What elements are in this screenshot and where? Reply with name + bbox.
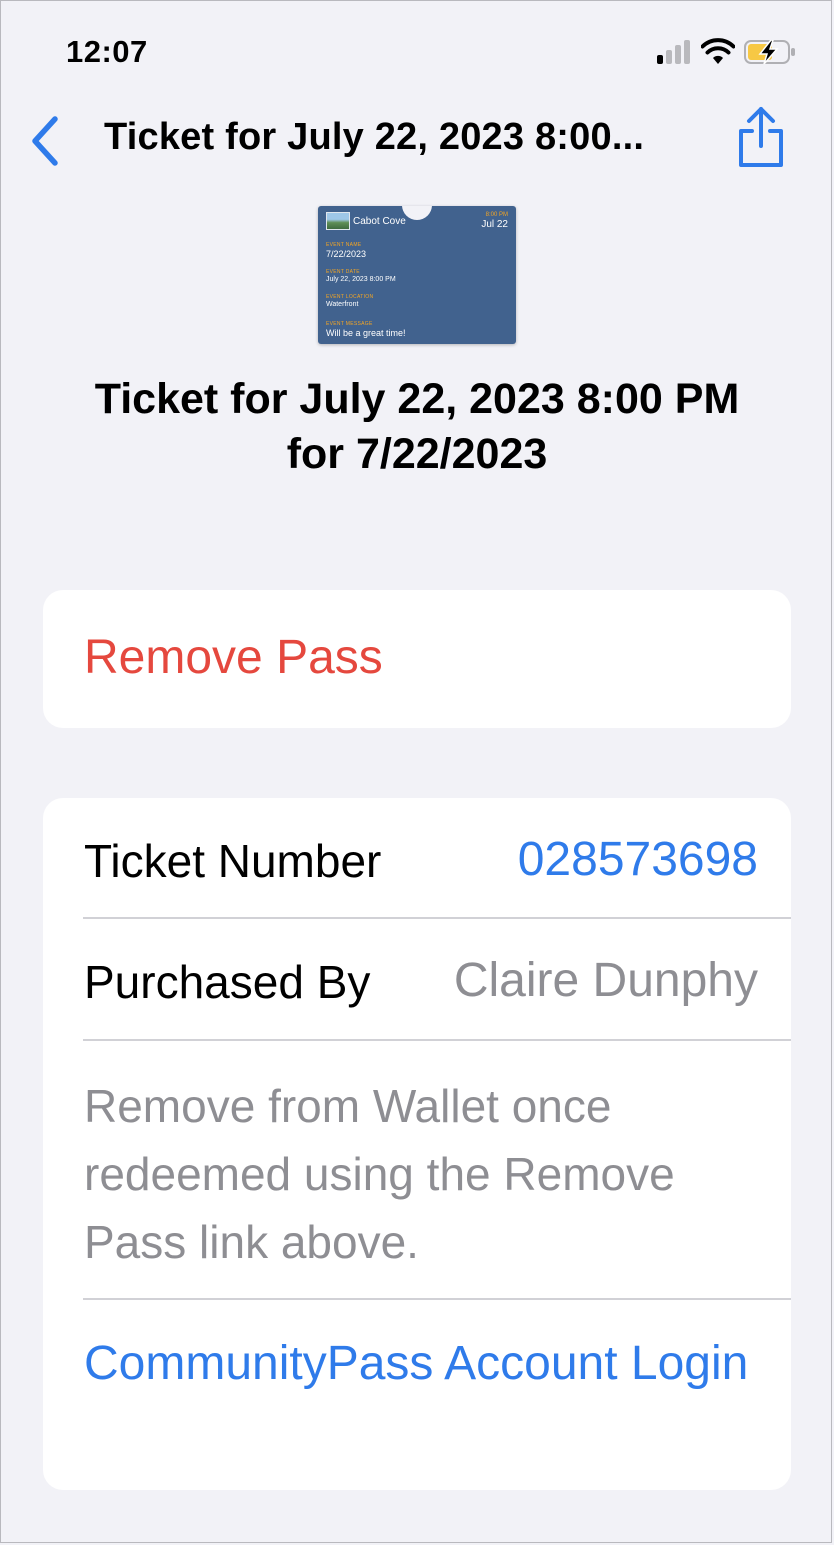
- pass-logo: [326, 212, 350, 230]
- page-title: Ticket for July 22, 2023 8:00 PM for 7/2…: [40, 372, 794, 482]
- pass-organization: Cabot Cove: [353, 216, 406, 227]
- pass-field-label: EVENT NAME: [326, 242, 362, 248]
- pass-field-value: Will be a great time!: [326, 328, 406, 338]
- redeem-note: Remove from Wallet once redeemed using t…: [84, 1080, 675, 1268]
- remove-pass-label: Remove Pass: [84, 631, 383, 684]
- purchased-by-value: Claire Dunphy: [453, 954, 758, 1007]
- pass-field-value: July 22, 2023 8:00 PM: [326, 276, 396, 283]
- pass-field-label: EVENT DATE: [326, 269, 360, 275]
- pass-date-short: Jul 22: [481, 219, 508, 230]
- ticket-number-row: Ticket Number 028573698: [43, 798, 791, 918]
- page-title-line-1: Ticket for July 22, 2023 8:00 PM: [94, 375, 740, 423]
- back-button[interactable]: [28, 114, 64, 168]
- remove-pass-button[interactable]: Remove Pass: [43, 590, 791, 728]
- pass-field-value: Waterfront: [326, 301, 359, 308]
- pass-field-label: EVENT LOCATION: [326, 294, 374, 300]
- divider: [83, 1298, 791, 1300]
- account-login-link[interactable]: CommunityPass Account Login: [84, 1330, 764, 1398]
- share-icon: [739, 107, 783, 167]
- pass-field-value: 7/22/2023: [326, 249, 367, 259]
- pass-field-label: EVENT MESSAGE: [326, 321, 373, 327]
- chevron-left-icon: [32, 116, 58, 166]
- pass-details-card: Ticket Number 028573698 Purchased By Cla…: [43, 798, 791, 1490]
- wifi-icon: [701, 38, 735, 64]
- purchased-by-label: Purchased By: [84, 956, 371, 1008]
- pass-thumbnail[interactable]: Cabot Cove 8:00 PM Jul 22 EVENT NAME 7/2…: [318, 206, 516, 344]
- battery-charging-icon: [744, 40, 795, 64]
- page-title-line-2: for 7/22/2023: [286, 430, 548, 478]
- status-time: 12:07: [66, 34, 148, 69]
- ticket-number-value[interactable]: 028573698: [518, 832, 758, 887]
- ticket-number-label: Ticket Number: [84, 835, 382, 887]
- purchased-by-row: Purchased By Claire Dunphy: [43, 919, 791, 1039]
- divider: [83, 1039, 791, 1041]
- cellular-signal-icon: [655, 38, 695, 64]
- nav-title: Ticket for July 22, 2023 8:00...: [104, 116, 645, 158]
- pass-time-label: 8:00 PM: [485, 212, 508, 218]
- share-button[interactable]: [734, 104, 788, 170]
